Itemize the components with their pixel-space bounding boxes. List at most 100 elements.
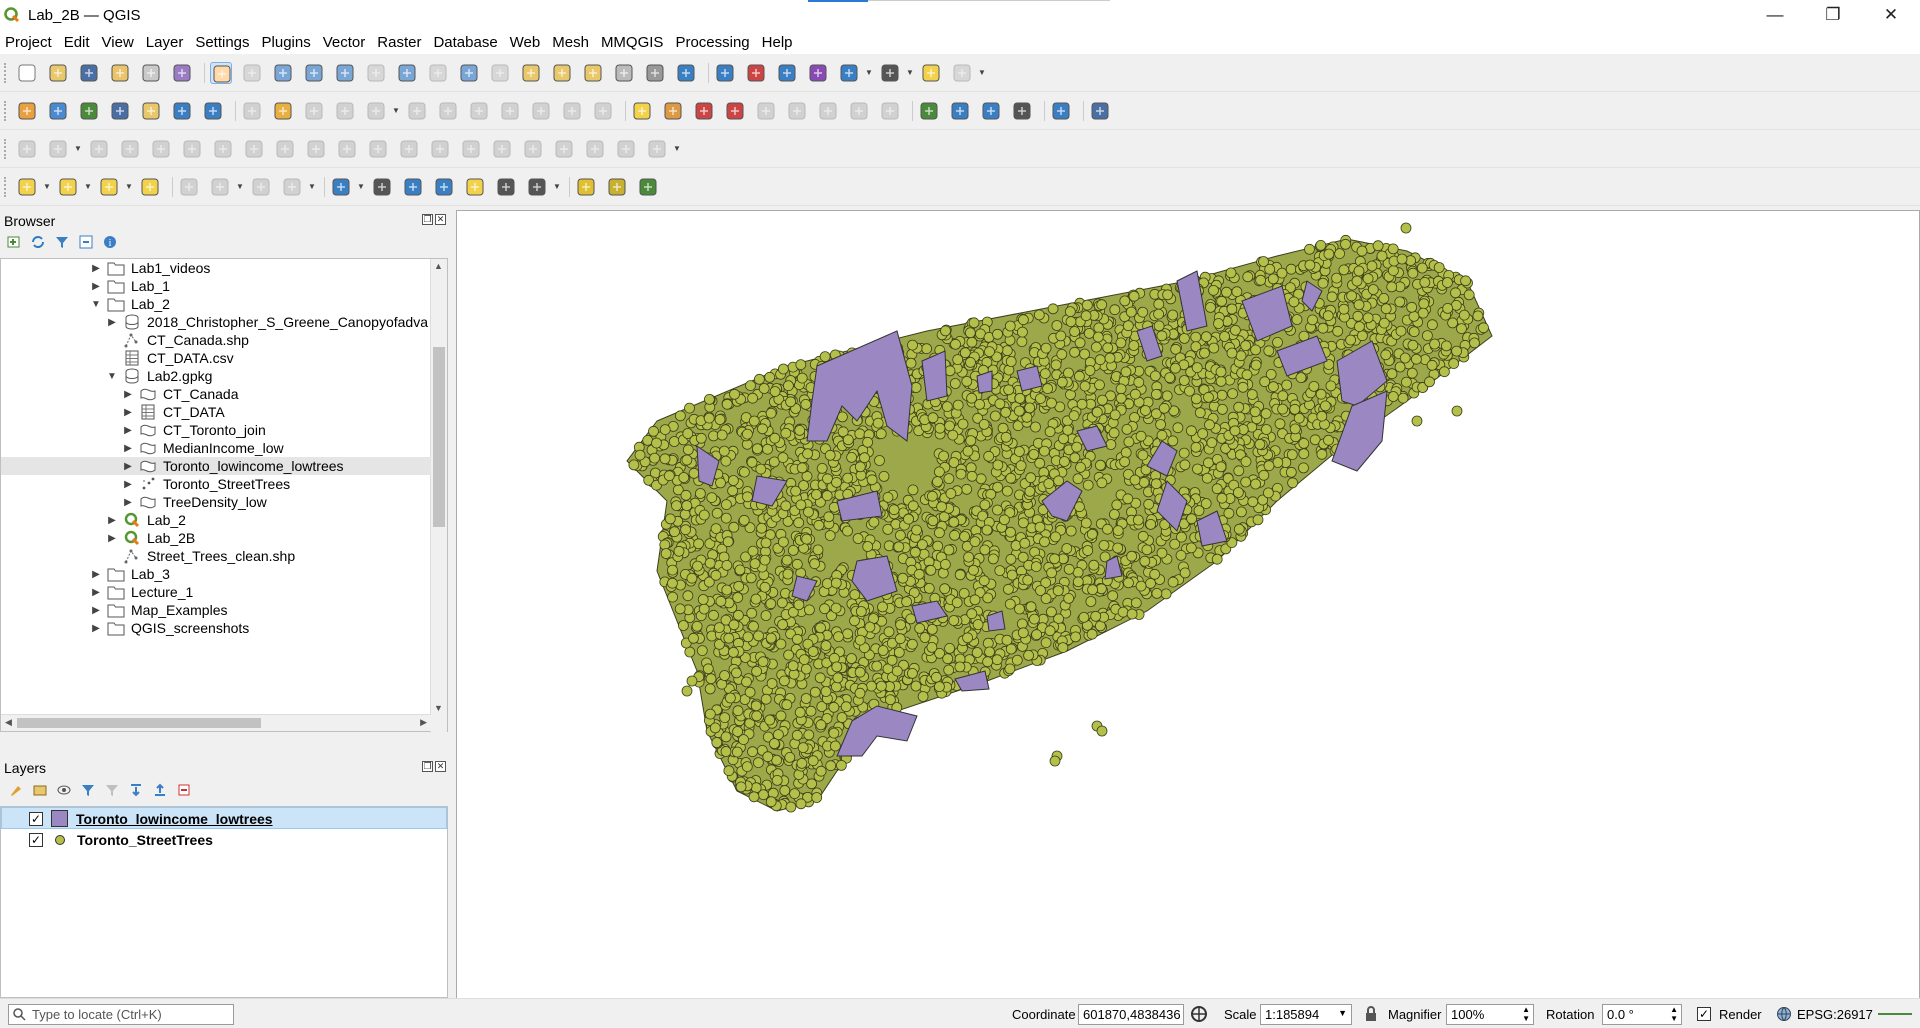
dropdown-arrow-icon[interactable]: ▼ — [978, 68, 986, 77]
pan-icon[interactable] — [210, 62, 232, 84]
refresh-map-icon[interactable] — [675, 62, 697, 84]
add-group-icon[interactable] — [32, 782, 48, 798]
filter-icon[interactable] — [54, 234, 70, 250]
expand-arrow-icon[interactable]: ▶ — [89, 605, 103, 616]
expand-arrow-icon[interactable]: ▼ — [89, 299, 103, 310]
expand-arrow-icon[interactable]: ▶ — [105, 533, 119, 544]
lock-scale-icon[interactable] — [1364, 1006, 1378, 1022]
browser-vertical-scrollbar[interactable]: ▲ ▼ — [430, 259, 447, 733]
menu-raster[interactable]: Raster — [372, 34, 428, 51]
browser-float-button[interactable]: ❐ — [422, 214, 433, 225]
expand-arrow-icon[interactable]: ▶ — [121, 407, 135, 418]
magnifier-spinbox[interactable]: 100% ▲ ▼ — [1446, 1004, 1534, 1025]
expand-arrow-icon[interactable]: ▶ — [105, 317, 119, 328]
menu-vector[interactable]: Vector — [318, 34, 373, 51]
label-abc-icon[interactable] — [631, 100, 653, 122]
map-tips-icon[interactable] — [920, 62, 942, 84]
select-by-value-icon[interactable] — [57, 176, 79, 198]
browser-close-button[interactable]: ✕ — [435, 214, 446, 225]
toggle-extents-icon[interactable] — [1190, 1005, 1208, 1023]
layer-item-lowincome[interactable]: ✓ Toronto_lowincome_lowtrees — [29, 810, 273, 827]
layers-close-button[interactable]: ✕ — [435, 761, 446, 772]
browser-item[interactable]: ▶ CT_DATA — [121, 403, 225, 421]
create-polygon-icon[interactable] — [402, 176, 424, 198]
expand-arrow-icon[interactable]: ▶ — [121, 425, 135, 436]
statistics-sigma-icon[interactable] — [807, 62, 829, 84]
expand-arrow-icon[interactable]: ▶ — [121, 497, 135, 508]
browser-item[interactable]: ▶ Toronto_lowincome_lowtrees — [1, 457, 431, 475]
annotation-text-icon[interactable] — [330, 176, 352, 198]
browser-item[interactable]: ▶ 2018_Christopher_S_Greene_Canopyofadva — [105, 313, 428, 331]
create-text-icon[interactable] — [495, 176, 517, 198]
temporal-icon[interactable] — [644, 62, 666, 84]
scale-combobox[interactable]: 1:185894 ▼ — [1260, 1004, 1352, 1025]
dropdown-arrow-icon[interactable]: ▼ — [392, 106, 400, 115]
crs-label[interactable]: EPSG:26917 — [1797, 1007, 1873, 1022]
map-canvas[interactable] — [456, 210, 1920, 1000]
new-3d-view-icon[interactable] — [551, 62, 573, 84]
dropdown-arrow-icon[interactable]: ▼ — [906, 68, 914, 77]
expand-arrow-icon[interactable]: ▶ — [89, 281, 103, 292]
new-shapefile-icon[interactable] — [78, 100, 100, 122]
layer-visibility-checkbox[interactable]: ✓ — [29, 811, 43, 826]
text-annotation-icon[interactable] — [526, 176, 548, 198]
browser-item[interactable]: CT_DATA.csv — [105, 349, 234, 367]
browser-item[interactable]: ▶ Lab_2B — [105, 529, 195, 547]
add-selected-layers-icon[interactable] — [6, 234, 22, 250]
panel-splitter[interactable] — [449, 210, 455, 1000]
highlight-pinned-icon[interactable] — [693, 100, 715, 122]
new-map-view-icon[interactable] — [520, 62, 542, 84]
expand-arrow-icon[interactable]: ▶ — [121, 443, 135, 454]
browser-horizontal-scrollbar[interactable]: ◀ ▶ — [1, 714, 431, 731]
close-button[interactable]: ✕ — [1862, 0, 1920, 30]
menu-edit[interactable]: Edit — [59, 34, 97, 51]
menu-view[interactable]: View — [97, 34, 141, 51]
menu-web[interactable]: Web — [505, 34, 548, 51]
menu-settings[interactable]: Settings — [190, 34, 256, 51]
tools-hammer-icon[interactable] — [637, 176, 659, 198]
zoom-last-icon[interactable] — [458, 62, 480, 84]
identify-icon[interactable] — [714, 62, 736, 84]
browser-item[interactable]: ▶ Lab_3 — [89, 565, 170, 583]
wms-globe-icon[interactable] — [949, 100, 971, 122]
style-manager-icon[interactable] — [171, 62, 193, 84]
toggle-editing-icon[interactable] — [272, 100, 294, 122]
browser-item[interactable]: Street_Trees_clean.shp — [105, 547, 295, 565]
browser-item[interactable]: ▶ TreeDensity_low — [121, 493, 267, 511]
menu-mmqgis[interactable]: MMQGIS — [596, 34, 671, 51]
collapse-all-icon[interactable] — [78, 234, 94, 250]
collapse-all-layers-icon[interactable] — [152, 782, 168, 798]
expand-arrow-icon[interactable]: ▶ — [105, 515, 119, 526]
menu-database[interactable]: Database — [428, 34, 504, 51]
wfs-globe-icon[interactable] — [980, 100, 1002, 122]
metasearch-icon[interactable] — [1011, 100, 1033, 122]
layer-visibility-checkbox[interactable]: ✓ — [29, 833, 43, 847]
new-project-icon[interactable] — [16, 62, 38, 84]
python-console-icon[interactable] — [1050, 100, 1072, 122]
dropdown-arrow-icon[interactable]: ▼ — [125, 182, 133, 191]
browser-item[interactable]: ▶ MedianIncome_low — [121, 439, 283, 457]
new-bookmark-icon[interactable] — [582, 62, 604, 84]
modify-annotation-icon[interactable] — [371, 176, 393, 198]
zoom-full-icon[interactable] — [334, 62, 356, 84]
zoom-layer-icon[interactable] — [396, 62, 418, 84]
data-source-manager-icon[interactable] — [16, 100, 38, 122]
dropdown-arrow-icon[interactable]: ▼ — [865, 68, 873, 77]
browser-item[interactable]: CT_Canada.shp — [105, 331, 249, 349]
expand-arrow-icon[interactable]: ▼ — [105, 371, 119, 382]
browser-item[interactable]: ▶ CT_Canada — [121, 385, 238, 403]
help-icon[interactable] — [1089, 100, 1111, 122]
processing-toolbox-icon[interactable] — [575, 176, 597, 198]
expand-arrow-icon[interactable]: ▶ — [89, 263, 103, 274]
new-spatialite-icon[interactable] — [109, 100, 131, 122]
layers-float-button[interactable]: ❐ — [422, 761, 433, 772]
model-designer-icon[interactable] — [606, 176, 628, 198]
menu-project[interactable]: Project — [0, 34, 59, 51]
crs-globe-icon[interactable] — [1776, 1006, 1792, 1022]
menu-help[interactable]: Help — [757, 34, 800, 51]
georeferencer-icon[interactable] — [918, 100, 940, 122]
expand-arrow-icon[interactable]: ▶ — [89, 569, 103, 580]
expand-arrow-icon[interactable]: ▶ — [89, 587, 103, 598]
menu-processing[interactable]: Processing — [670, 34, 756, 51]
browser-item[interactable]: ▶ Lab_2 — [105, 511, 186, 529]
